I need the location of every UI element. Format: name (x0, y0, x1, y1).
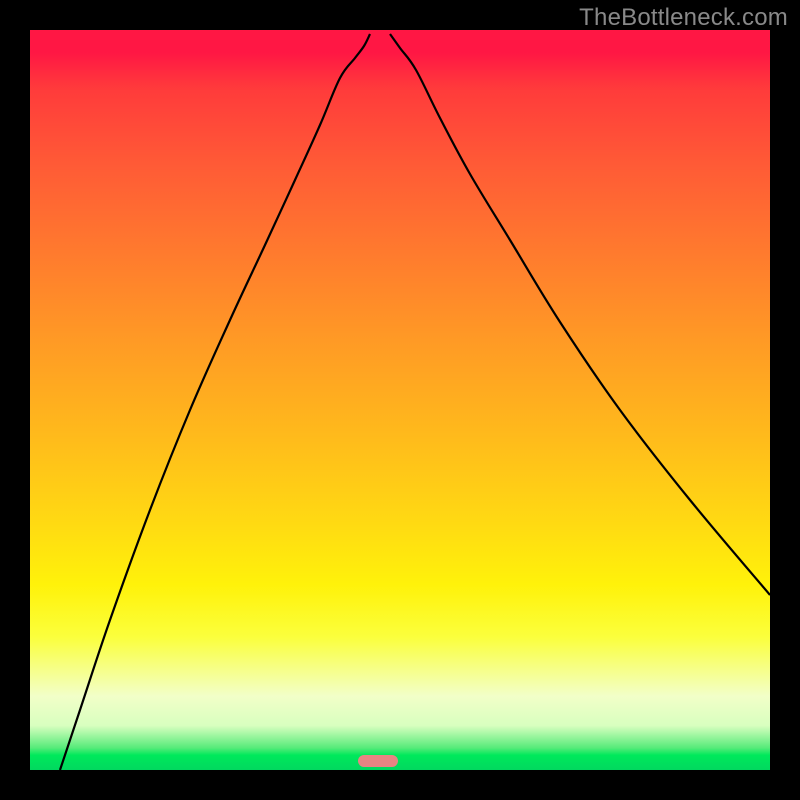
chart-frame: TheBottleneck.com (0, 0, 800, 800)
left-curve (60, 34, 370, 770)
curve-svg (30, 30, 770, 770)
watermark-text: TheBottleneck.com (579, 4, 788, 32)
plot-area (30, 30, 770, 770)
optimal-range-marker (358, 755, 398, 767)
right-curve (390, 34, 770, 595)
